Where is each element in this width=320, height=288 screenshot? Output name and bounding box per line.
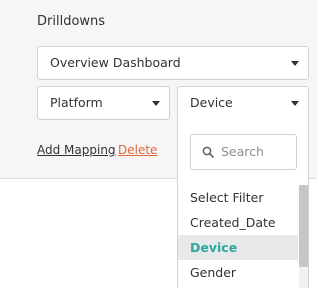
option-created-date[interactable]: Created_Date bbox=[178, 210, 298, 235]
dashboard-select-value: Overview Dashboard bbox=[50, 55, 181, 70]
platform-select-value: Platform bbox=[50, 95, 103, 110]
option-select-filter[interactable]: Select Filter bbox=[178, 185, 298, 210]
caret-down-icon bbox=[152, 101, 160, 106]
field-select-value: Device bbox=[190, 95, 233, 110]
search-icon bbox=[202, 146, 214, 158]
caret-down-icon bbox=[291, 101, 299, 106]
option-gender[interactable]: Gender bbox=[178, 260, 298, 285]
delete-link[interactable]: Delete bbox=[118, 142, 157, 158]
add-mapping-link[interactable]: Add Mapping bbox=[37, 142, 116, 158]
search-input[interactable]: Search bbox=[190, 134, 297, 170]
caret-down-icon bbox=[291, 61, 299, 66]
field-select[interactable]: Device bbox=[177, 86, 309, 120]
scrollbar-thumb[interactable] bbox=[299, 185, 308, 267]
field-dropdown-menu: Search Select Filter Created_Date Device… bbox=[177, 119, 309, 288]
search-placeholder: Search bbox=[221, 144, 264, 159]
section-title: Drilldowns bbox=[37, 14, 106, 29]
platform-select[interactable]: Platform bbox=[37, 86, 170, 120]
dashboard-select[interactable]: Overview Dashboard bbox=[37, 46, 309, 80]
option-device[interactable]: Device bbox=[178, 235, 298, 260]
